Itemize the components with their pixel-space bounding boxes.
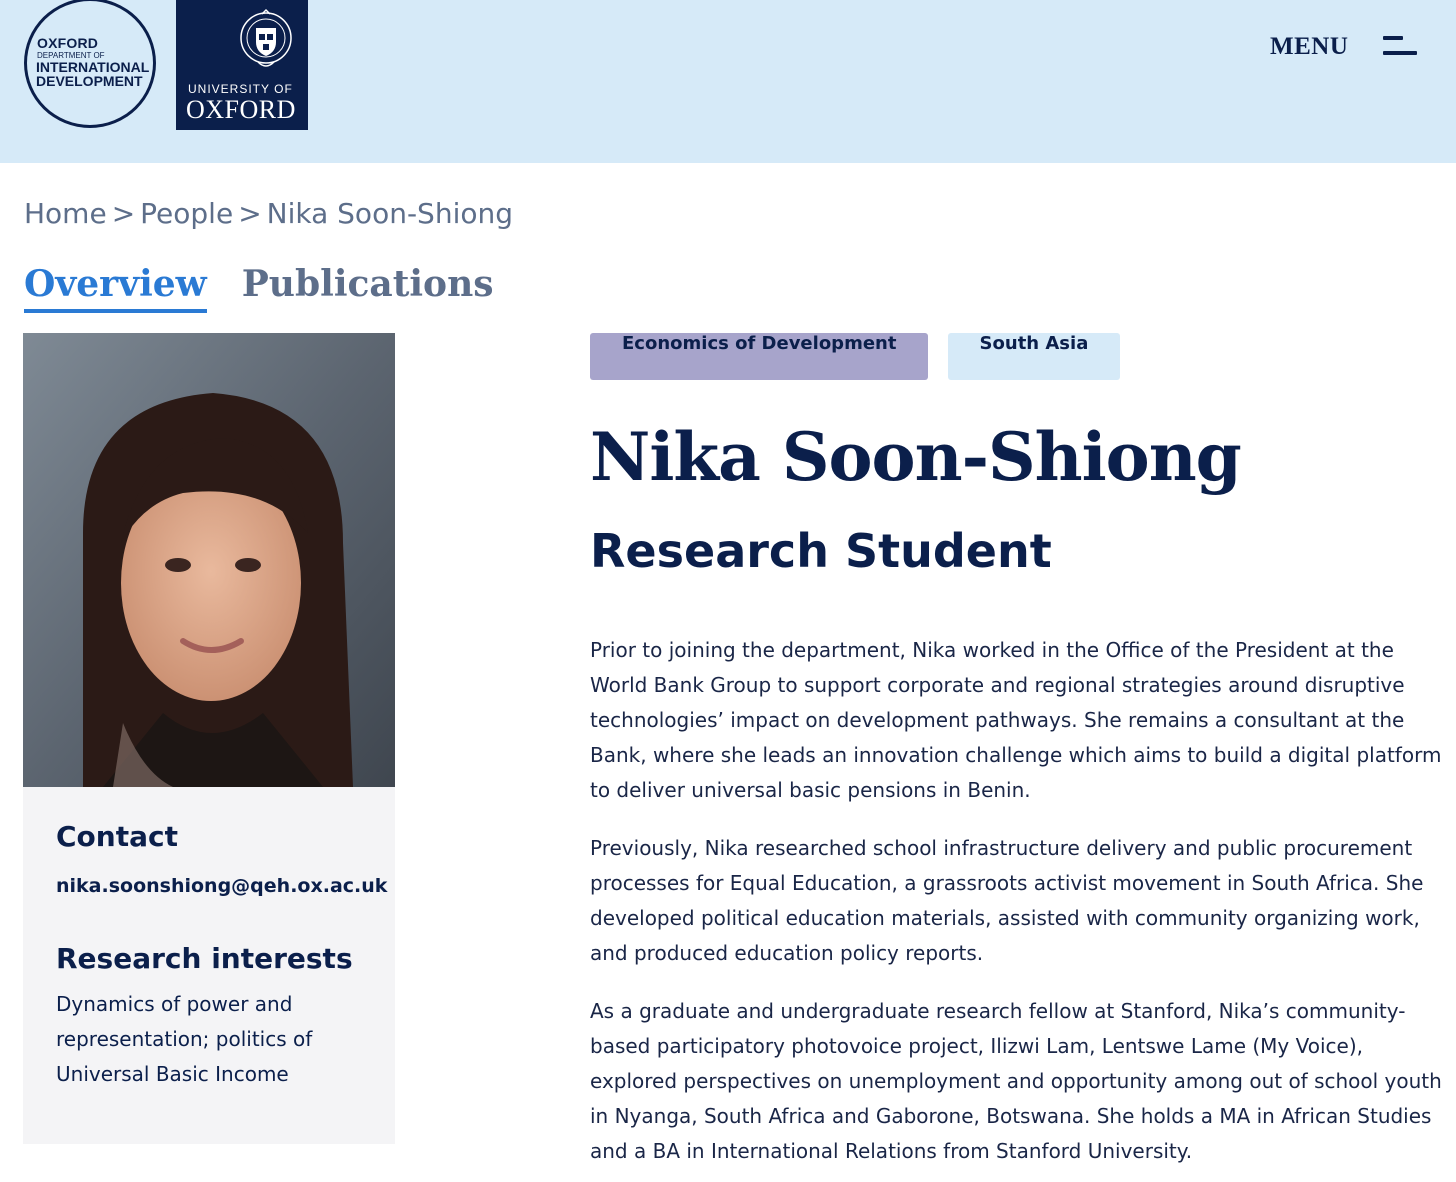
person-role: Research Student xyxy=(590,524,1052,578)
menu-button[interactable]: MENU xyxy=(1270,33,1348,61)
contact-panel: Contact nika.soonshiong@qeh.ox.ac.uk Res… xyxy=(23,787,395,1144)
hamburger-icon[interactable] xyxy=(1383,36,1417,56)
tag-south-asia[interactable]: South Asia xyxy=(947,333,1121,380)
breadcrumb-home[interactable]: Home xyxy=(24,197,107,230)
profile-tabs: Overview Publications xyxy=(24,263,524,313)
research-interests-text: Dynamics of power and representation; po… xyxy=(56,992,313,1086)
oxford-logo-line1: UNIVERSITY OF xyxy=(188,82,293,96)
site-header: OXFORD DEPARTMENT OF INTERNATIONAL DEVEL… xyxy=(0,0,1456,163)
breadcrumb-separator: > xyxy=(238,197,262,230)
breadcrumb-separator: > xyxy=(111,197,136,230)
oxford-logo-line2: OXFORD xyxy=(186,95,296,124)
profile-photo xyxy=(23,333,395,787)
university-of-oxford-logo[interactable]: UNIVERSITY OF OXFORD xyxy=(176,0,308,130)
person-name: Nika Soon-Shiong xyxy=(590,418,1242,496)
email-link[interactable]: nika.soonshiong@qeh.ox.ac.uk xyxy=(56,875,387,897)
odid-logo-line4: DEVELOPMENT xyxy=(36,73,143,89)
tag-economics-of-development[interactable]: Economics of Development xyxy=(590,333,929,380)
breadcrumb-people[interactable]: People xyxy=(140,197,233,230)
bio-paragraph: Previously, Nika researched school infra… xyxy=(590,836,1424,965)
research-interests-heading: Research interests xyxy=(56,942,353,975)
tag-list: Economics of Development South Asia xyxy=(590,333,1134,380)
bio-paragraph: Prior to joining the department, Nika wo… xyxy=(590,638,1442,802)
odid-logo[interactable]: OXFORD DEPARTMENT OF INTERNATIONAL DEVEL… xyxy=(24,0,156,128)
bio-paragraph: As a graduate and undergraduate research… xyxy=(590,999,1442,1163)
odid-logo-line1: OXFORD xyxy=(37,35,99,51)
breadcrumb: Home > People > Nika Soon-Shiong xyxy=(24,197,513,230)
tab-publications[interactable]: Publications xyxy=(242,263,494,309)
contact-heading: Contact xyxy=(56,820,178,853)
breadcrumb-current: Nika Soon-Shiong xyxy=(266,197,513,230)
tab-overview[interactable]: Overview xyxy=(24,263,207,313)
portrait-illustration xyxy=(23,333,395,787)
oxford-crest-icon xyxy=(240,8,292,67)
biography: Prior to joining the department, Nika wo… xyxy=(590,633,1445,1182)
